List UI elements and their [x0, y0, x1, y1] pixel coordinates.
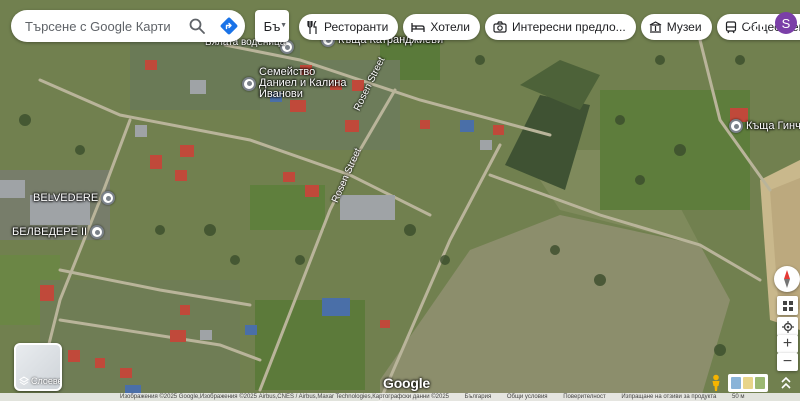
place-label[interactable]: БЕЛВЕДЕРЕ II [12, 226, 87, 238]
chip-museums[interactable]: Музеи [640, 14, 712, 40]
satellite-imagery [0, 0, 800, 401]
place-pin-icon[interactable] [90, 225, 105, 239]
grid-icon [782, 300, 793, 311]
feedback-link[interactable]: Изпращане на отзиви за продукта [621, 394, 716, 400]
apps-grid-icon[interactable] [746, 15, 766, 35]
place-marker-belvedere[interactable]: BELVEDERE [33, 191, 116, 205]
imagery-thumbnails[interactable] [728, 374, 768, 392]
chip-restaurants[interactable]: Ресторанти [299, 14, 399, 40]
transit-icon [725, 20, 736, 33]
zoom-out-button[interactable]: − [777, 353, 798, 371]
layers-label: Слоеве [31, 376, 62, 386]
bed-icon [411, 22, 426, 32]
pegman-icon[interactable] [708, 374, 724, 392]
my-location-button[interactable] [777, 317, 798, 336]
place-pin-icon[interactable] [242, 76, 256, 91]
plus-icon: + [782, 335, 793, 352]
layers-icon [19, 376, 29, 386]
search-icon[interactable] [181, 10, 213, 42]
country-link[interactable]: България [465, 394, 492, 400]
terms-link[interactable]: Общи условия [507, 394, 548, 400]
rotate-map-button[interactable] [777, 296, 798, 315]
expand-icon[interactable] [776, 374, 796, 392]
chip-label: Музеи [666, 20, 702, 34]
chip-label: Ресторанти [324, 20, 389, 34]
chip-label: Интересни предло... [511, 20, 626, 34]
language-label: Бъ [263, 18, 281, 34]
minus-icon: − [782, 353, 793, 370]
place-marker-semeystvo[interactable]: Семейство Даниел и Калина Иванови [242, 67, 351, 100]
chevron-down-icon[interactable]: ▼ [280, 22, 287, 29]
place-pin-icon[interactable] [101, 191, 116, 205]
place-label[interactable]: BELVEDERE [33, 192, 98, 204]
compass-icon [784, 270, 790, 288]
restaurant-icon [307, 20, 317, 34]
camera-icon [493, 21, 507, 33]
location-target-icon [781, 320, 794, 333]
google-logo: Google [383, 375, 431, 391]
imagery-credit: Изображения ©2025 Google,Изображения ©20… [120, 394, 449, 400]
chip-points-of-interest[interactable]: Интересни предло... [484, 14, 636, 40]
zoom-in-button[interactable]: + [777, 335, 798, 353]
place-marker-kashta-ginchev[interactable]: Къща Гинчев [729, 119, 800, 133]
attribution-bar: Изображения ©2025 Google,Изображения ©20… [0, 393, 800, 401]
privacy-link[interactable]: Поверителност [563, 394, 606, 400]
place-label[interactable]: Къща Гинчев [746, 120, 800, 132]
place-marker-belvedere-2[interactable]: БЕЛВЕДЕРЕ II [12, 225, 105, 239]
museum-icon [649, 21, 661, 33]
place-label[interactable]: Семейство Даниел и Калина Иванови [259, 67, 351, 100]
directions-icon[interactable] [213, 10, 245, 42]
keyboard-language-button[interactable]: Бъ ▼ [255, 10, 289, 42]
chip-label: Хотели [430, 20, 470, 34]
scale-label[interactable]: 50 м [732, 394, 744, 400]
search-box[interactable]: Търсене с Google Карти [11, 10, 245, 42]
layers-button[interactable]: Слоеве [14, 343, 62, 391]
place-pin-icon[interactable] [729, 119, 743, 133]
category-chips: Ресторанти Хотели Интересни предло... Му… [299, 14, 800, 40]
compass-button[interactable] [774, 266, 800, 292]
satellite-map[interactable]: Бялата воденица Къща Катранджиеви Семейс… [0, 0, 800, 401]
chip-hotels[interactable]: Хотели [403, 14, 480, 40]
account-avatar[interactable]: S [775, 12, 797, 34]
search-input[interactable]: Търсене с Google Карти [25, 19, 181, 34]
